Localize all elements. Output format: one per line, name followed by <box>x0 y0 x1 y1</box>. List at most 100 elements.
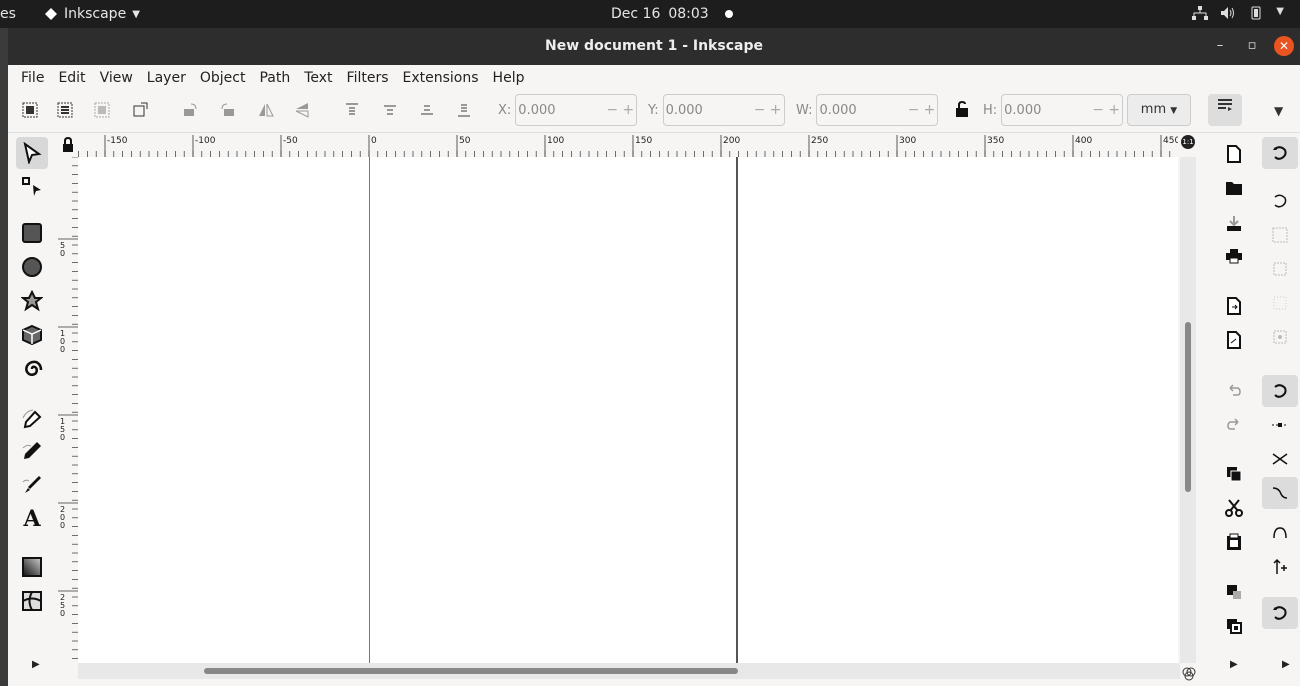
snap-toggle-icon[interactable] <box>1262 137 1298 169</box>
snap-expand-icon[interactable]: ▶ <box>1282 659 1290 670</box>
unit-select[interactable]: mm ▼ <box>1127 94 1191 126</box>
menu-filters[interactable]: Filters <box>340 70 396 86</box>
h-increment-button[interactable]: + <box>1106 102 1122 118</box>
app-menu-label: Inkscape <box>64 6 127 22</box>
clock[interactable]: Dec 16 08:03 <box>611 6 733 22</box>
w-input[interactable] <box>817 102 906 118</box>
zoom-correction-icon[interactable]: 1:1 <box>1181 135 1195 149</box>
snap-path-icon[interactable] <box>1262 409 1298 441</box>
close-button[interactable]: ✕ <box>1274 36 1294 56</box>
drawing-canvas[interactable] <box>78 157 1178 663</box>
mesh-tool[interactable] <box>16 585 48 617</box>
commands-bar-toggle-button[interactable] <box>1208 94 1242 126</box>
select-all-icon[interactable] <box>20 101 40 121</box>
h-decrement-button[interactable]: − <box>1090 102 1106 118</box>
text-tool[interactable]: A <box>16 503 48 535</box>
print-document-icon[interactable] <box>1219 241 1249 271</box>
w-increment-button[interactable]: + <box>921 102 937 118</box>
3d-box-tool[interactable] <box>16 319 48 351</box>
minimize-button[interactable]: – <box>1210 36 1230 56</box>
lock-proportions-icon[interactable] <box>952 100 972 120</box>
x-input[interactable] <box>516 102 605 118</box>
ellipse-tool[interactable] <box>16 251 48 283</box>
menu-view[interactable]: View <box>93 70 140 86</box>
window-title-bar[interactable]: New document 1 - Inkscape – ▫ ✕ <box>8 28 1300 65</box>
flip-vertical-icon[interactable] <box>292 101 312 121</box>
color-manage-icon[interactable] <box>1182 666 1196 681</box>
snap-page-icon[interactable] <box>1262 597 1298 629</box>
guide-lock-icon[interactable] <box>61 136 77 153</box>
node-tool[interactable] <box>16 171 48 203</box>
toolbar-overflow-icon[interactable]: ▼ <box>1274 104 1283 118</box>
vertical-scrollbar[interactable] <box>1180 157 1196 663</box>
spiral-tool[interactable] <box>16 353 48 385</box>
selector-tool[interactable] <box>16 137 48 169</box>
snap-bbox-center-icon[interactable] <box>1262 321 1298 353</box>
commands-expand-icon[interactable]: ▶ <box>1230 659 1238 670</box>
snap-smooth-icon[interactable] <box>1262 517 1298 549</box>
save-document-icon[interactable] <box>1219 209 1249 239</box>
redo-icon[interactable] <box>1219 409 1249 439</box>
new-document-icon[interactable] <box>1219 139 1249 169</box>
x-increment-button[interactable]: + <box>620 102 636 118</box>
snap-nodes-icon[interactable] <box>1262 375 1298 407</box>
pen-tool[interactable] <box>16 403 48 435</box>
h-input[interactable] <box>1002 102 1091 118</box>
snap-bbox-icon[interactable] <box>1262 185 1298 217</box>
horizontal-scroll-thumb[interactable] <box>204 668 738 674</box>
y-decrement-button[interactable]: − <box>752 102 768 118</box>
raise-to-top-icon[interactable] <box>342 101 362 121</box>
snap-cusp-icon[interactable] <box>1262 477 1298 509</box>
cut-icon[interactable] <box>1219 493 1249 523</box>
menu-path[interactable]: Path <box>252 70 297 86</box>
snap-intersection-icon[interactable] <box>1262 443 1298 475</box>
snap-others-icon[interactable] <box>1262 551 1298 583</box>
snap-bbox-edge-icon[interactable] <box>1262 219 1298 251</box>
open-document-icon[interactable] <box>1219 173 1249 203</box>
menu-text[interactable]: Text <box>297 70 339 86</box>
copy-icon[interactable] <box>1219 459 1249 489</box>
paste-icon[interactable] <box>1219 527 1249 557</box>
y-increment-button[interactable]: + <box>768 102 784 118</box>
vertical-scroll-thumb[interactable] <box>1185 322 1191 492</box>
x-decrement-button[interactable]: − <box>604 102 620 118</box>
gradient-tool[interactable] <box>16 551 48 583</box>
import-icon[interactable] <box>1219 291 1249 321</box>
menu-object[interactable]: Object <box>193 70 253 86</box>
menu-file[interactable]: File <box>14 70 51 86</box>
duplicate-icon[interactable] <box>1219 577 1249 607</box>
rotate-ccw-icon[interactable] <box>180 101 200 121</box>
spiral-icon <box>25 360 43 377</box>
w-decrement-button[interactable]: − <box>905 102 921 118</box>
toolbox-expand-icon[interactable]: ▶ <box>32 659 40 670</box>
lower-icon[interactable] <box>417 101 437 121</box>
select-all-layers-icon[interactable] <box>55 101 75 121</box>
menu-edit[interactable]: Edit <box>51 70 92 86</box>
menu-help[interactable]: Help <box>486 70 532 86</box>
raise-icon[interactable] <box>380 101 400 121</box>
undo-icon[interactable] <box>1219 375 1249 405</box>
horizontal-scrollbar[interactable] <box>78 663 1180 679</box>
maximize-button[interactable]: ▫ <box>1242 36 1262 56</box>
clone-icon[interactable] <box>1219 611 1249 641</box>
deselect-icon[interactable] <box>92 101 112 121</box>
y-input[interactable] <box>663 102 752 118</box>
activities-button[interactable]: es <box>0 6 16 22</box>
menu-layer[interactable]: Layer <box>140 70 193 86</box>
horizontal-ruler[interactable]: -150 -100 -50 0 50 100 150 200 250 300 350 400 450 <box>78 133 1180 157</box>
system-tray[interactable]: ▼ <box>1192 6 1284 20</box>
flip-horizontal-icon[interactable] <box>256 101 276 121</box>
export-icon[interactable] <box>1219 325 1249 355</box>
calligraphy-tool[interactable] <box>16 469 48 501</box>
menu-extensions[interactable]: Extensions <box>396 70 486 86</box>
lower-to-bottom-icon[interactable] <box>454 101 474 121</box>
snap-bbox-midpoint-icon[interactable] <box>1262 287 1298 319</box>
star-tool[interactable] <box>16 285 48 317</box>
vertical-ruler[interactable]: 50 100 150 200 250 <box>56 156 78 663</box>
touch-select-icon[interactable] <box>130 101 150 121</box>
app-menu[interactable]: Inkscape ▼ <box>44 6 140 22</box>
snap-bbox-corner-icon[interactable] <box>1262 253 1298 285</box>
rotate-cw-icon[interactable] <box>218 101 238 121</box>
rectangle-tool[interactable] <box>16 217 48 249</box>
pencil-tool[interactable] <box>16 435 48 467</box>
